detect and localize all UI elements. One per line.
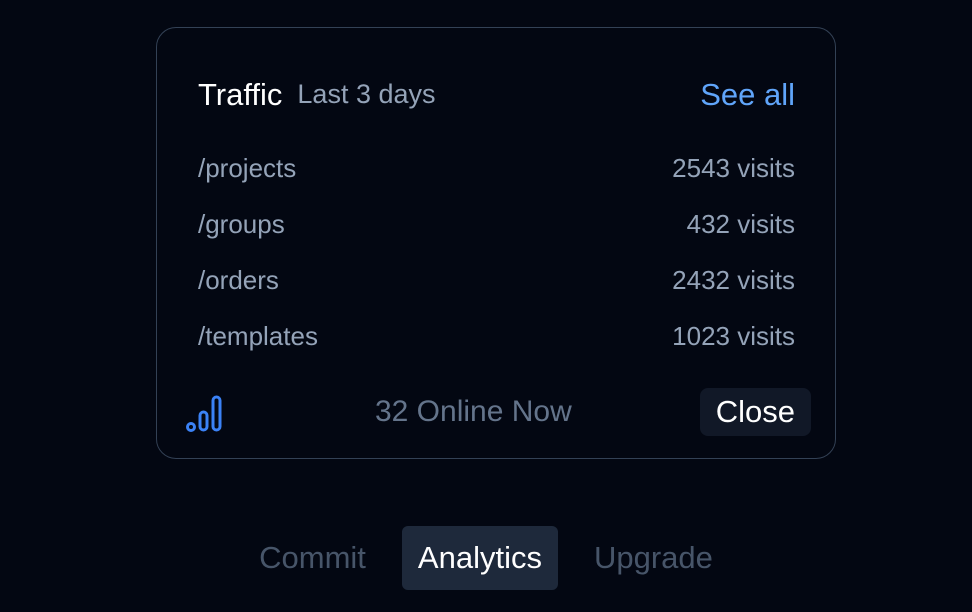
traffic-card: Traffic Last 3 days See all /projects 25… bbox=[156, 27, 836, 459]
close-button[interactable]: Close bbox=[699, 388, 811, 436]
row-visits: 2543 visits bbox=[672, 152, 795, 183]
list-item-orders[interactable]: /orders 2432 visits bbox=[198, 252, 795, 308]
tab-commit[interactable]: Commit bbox=[243, 526, 382, 590]
bottom-tab-bar: Commit Analytics Upgrade bbox=[0, 526, 972, 590]
row-path: /orders bbox=[198, 264, 279, 295]
list-item-groups[interactable]: /groups 432 visits bbox=[198, 196, 795, 252]
online-now-text: 32 Online Now bbox=[374, 395, 572, 428]
signal-bars-icon bbox=[185, 391, 227, 433]
card-footer: 32 Online Now Close bbox=[185, 388, 811, 436]
row-visits: 432 visits bbox=[686, 208, 795, 239]
traffic-list: /projects 2543 visits /groups 432 visits… bbox=[198, 140, 795, 364]
tab-upgrade[interactable]: Upgrade bbox=[578, 526, 729, 590]
row-path: /templates bbox=[198, 320, 318, 351]
card-title: Traffic bbox=[198, 76, 283, 112]
row-path: /projects bbox=[198, 152, 297, 183]
list-item-projects[interactable]: /projects 2543 visits bbox=[198, 140, 795, 196]
row-visits: 2432 visits bbox=[672, 264, 795, 295]
list-item-templates[interactable]: /templates 1023 visits bbox=[198, 308, 795, 364]
row-visits: 1023 visits bbox=[672, 320, 795, 351]
card-subtitle: Last 3 days bbox=[297, 78, 436, 109]
tab-analytics[interactable]: Analytics bbox=[401, 526, 558, 590]
row-path: /groups bbox=[198, 208, 285, 239]
card-header: Traffic Last 3 days See all bbox=[198, 74, 795, 114]
see-all-link[interactable]: See all bbox=[700, 79, 795, 110]
